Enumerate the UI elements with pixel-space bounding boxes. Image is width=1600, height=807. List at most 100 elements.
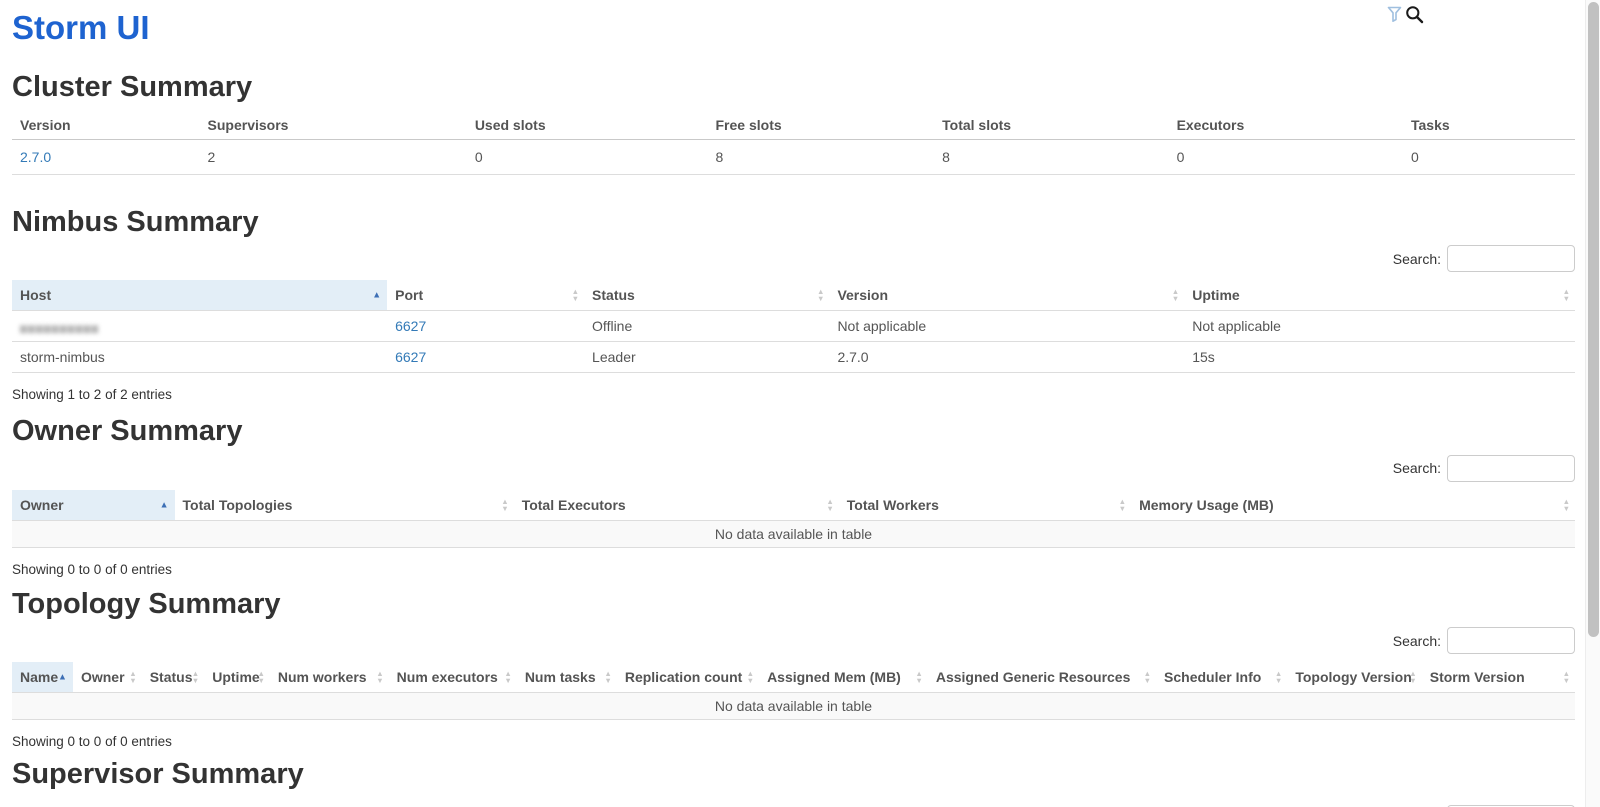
filter-funnel-icon[interactable] bbox=[1387, 6, 1402, 23]
column-header-label: Num tasks bbox=[525, 669, 596, 685]
column-header-assigned-mem[interactable]: Assigned Mem (MB) ▲▼ bbox=[759, 662, 928, 693]
column-header-assigned-generic-resources[interactable]: Assigned Generic Resources ▲▼ bbox=[928, 662, 1156, 693]
column-header-supervisors: Supervisors bbox=[200, 111, 467, 140]
used-slots-value: 0 bbox=[467, 139, 708, 174]
version-link[interactable]: 2.7.0 bbox=[20, 149, 51, 165]
sort-icon: ▲▼ bbox=[376, 670, 383, 684]
topology-search-input[interactable] bbox=[1447, 627, 1575, 654]
column-header-label: Owner bbox=[20, 497, 64, 513]
column-header-label: Memory Usage (MB) bbox=[1139, 497, 1274, 513]
nimbus-summary-table: Host ▲ Port ▲▼ Status ▲▼ Version ▲▼ Upti… bbox=[12, 280, 1575, 373]
column-header-label: Scheduler Info bbox=[1164, 669, 1261, 685]
column-header-uptime[interactable]: Uptime ▲▼ bbox=[204, 662, 270, 693]
column-header-port[interactable]: Port ▲▼ bbox=[387, 280, 584, 311]
page-title[interactable]: Storm UI bbox=[12, 10, 1575, 46]
column-header-total-topologies[interactable]: Total Topologies ▲▼ bbox=[175, 490, 514, 521]
supervisor-summary-heading: Supervisor Summary bbox=[12, 759, 1575, 789]
column-header-total-executors[interactable]: Total Executors ▲▼ bbox=[514, 490, 839, 521]
column-header-free-slots: Free slots bbox=[708, 111, 935, 140]
column-header-label: Owner bbox=[81, 669, 125, 685]
column-header-num-workers[interactable]: Num workers ▲▼ bbox=[270, 662, 389, 693]
column-header-owner[interactable]: Owner ▲▼ bbox=[73, 662, 142, 693]
column-header-total-workers[interactable]: Total Workers ▲▼ bbox=[839, 490, 1131, 521]
nimbus-summary-heading: Nimbus Summary bbox=[12, 207, 1575, 237]
topology-search-row: Search: bbox=[12, 627, 1575, 654]
search-label: Search: bbox=[1393, 251, 1441, 267]
supervisors-value: 2 bbox=[200, 139, 467, 174]
column-header-storm-version[interactable]: Storm Version ▲▼ bbox=[1422, 662, 1575, 693]
cluster-summary-heading: Cluster Summary bbox=[12, 72, 1575, 102]
sort-icon: ▲▼ bbox=[747, 670, 754, 684]
column-header-host[interactable]: Host ▲ bbox=[12, 280, 387, 311]
sort-icon: ▲▼ bbox=[817, 288, 824, 302]
column-header-label: Storm Version bbox=[1430, 669, 1525, 685]
host-value: storm-nimbus bbox=[12, 342, 387, 373]
executors-value: 0 bbox=[1169, 139, 1403, 174]
column-header-label: Topology Version bbox=[1295, 669, 1411, 685]
column-header-label: Num workers bbox=[278, 669, 367, 685]
topology-summary-heading: Topology Summary bbox=[12, 589, 1575, 619]
sort-icon: ▲▼ bbox=[1119, 498, 1126, 512]
column-header-uptime[interactable]: Uptime ▲▼ bbox=[1184, 280, 1575, 311]
topology-summary-table: Name ▲ Owner ▲▼ Status ▲▼ Uptime ▲▼ Num … bbox=[12, 662, 1575, 720]
sort-icon: ▲▼ bbox=[1563, 498, 1570, 512]
port-link[interactable]: 6627 bbox=[395, 349, 426, 365]
sort-ascending-icon: ▲ bbox=[372, 291, 381, 300]
column-header-replication-count[interactable]: Replication count ▲▼ bbox=[617, 662, 759, 693]
sort-icon: ▲▼ bbox=[1409, 670, 1416, 684]
uptime-value: 15s bbox=[1184, 342, 1575, 373]
owner-empty-row: No data available in table bbox=[12, 520, 1575, 547]
owner-search-input[interactable] bbox=[1447, 455, 1575, 482]
uptime-value: Not applicable bbox=[1184, 311, 1575, 342]
column-header-executors: Executors bbox=[1169, 111, 1403, 140]
column-header-label: Total Workers bbox=[847, 497, 939, 513]
search-label: Search: bbox=[1393, 460, 1441, 476]
column-header-num-executors[interactable]: Num executors ▲▼ bbox=[389, 662, 517, 693]
column-header-label: Name bbox=[20, 669, 58, 685]
column-header-topology-version[interactable]: Topology Version ▲▼ bbox=[1287, 662, 1421, 693]
column-header-version[interactable]: Version ▲▼ bbox=[829, 280, 1184, 311]
column-header-num-tasks[interactable]: Num tasks ▲▼ bbox=[517, 662, 617, 693]
empty-table-message: No data available in table bbox=[12, 693, 1575, 720]
search-magnifier-icon[interactable] bbox=[1405, 5, 1424, 24]
column-header-label: Total Executors bbox=[522, 497, 626, 513]
column-header-scheduler-info[interactable]: Scheduler Info ▲▼ bbox=[1156, 662, 1287, 693]
owner-summary-heading: Owner Summary bbox=[12, 416, 1575, 446]
empty-table-message: No data available in table bbox=[12, 520, 1575, 547]
port-link[interactable]: 6627 bbox=[395, 318, 426, 334]
column-header-status[interactable]: Status ▲▼ bbox=[142, 662, 205, 693]
column-header-label: Version bbox=[837, 287, 888, 303]
vertical-scrollbar bbox=[1585, 0, 1600, 807]
column-header-label: Port bbox=[395, 287, 423, 303]
sort-icon: ▲▼ bbox=[129, 670, 136, 684]
owner-summary-table: Owner ▲ Total Topologies ▲▼ Total Execut… bbox=[12, 490, 1575, 548]
column-header-label: Uptime bbox=[1192, 287, 1239, 303]
column-header-owner[interactable]: Owner ▲ bbox=[12, 490, 175, 521]
status-value: Offline bbox=[584, 311, 829, 342]
column-header-name[interactable]: Name ▲ bbox=[12, 662, 73, 693]
sort-icon: ▲▼ bbox=[572, 288, 579, 302]
sort-icon: ▲▼ bbox=[1144, 670, 1151, 684]
nimbus-search-input[interactable] bbox=[1447, 245, 1575, 272]
topology-entries-info: Showing 0 to 0 of 0 entries bbox=[12, 734, 1575, 749]
sort-icon: ▲▼ bbox=[501, 498, 508, 512]
tasks-value: 0 bbox=[1403, 139, 1575, 174]
version-value: 2.7.0 bbox=[829, 342, 1184, 373]
nimbus-header-row: Host ▲ Port ▲▼ Status ▲▼ Version ▲▼ Upti… bbox=[12, 280, 1575, 311]
owner-header-row: Owner ▲ Total Topologies ▲▼ Total Execut… bbox=[12, 490, 1575, 521]
column-header-label: Total Topologies bbox=[183, 497, 293, 513]
scrollbar-thumb[interactable] bbox=[1588, 2, 1599, 637]
sort-icon: ▲▼ bbox=[1563, 670, 1570, 684]
nimbus-search-row: Search: bbox=[12, 245, 1575, 272]
nimbus-row: storm-nimbus 6627 Leader 2.7.0 15s bbox=[12, 342, 1575, 373]
nimbus-entries-info: Showing 1 to 2 of 2 entries bbox=[12, 387, 1575, 402]
sort-ascending-icon: ▲ bbox=[58, 673, 67, 682]
topology-header-row: Name ▲ Owner ▲▼ Status ▲▼ Uptime ▲▼ Num … bbox=[12, 662, 1575, 693]
column-header-label: Num executors bbox=[397, 669, 498, 685]
column-header-label: Host bbox=[20, 287, 51, 303]
column-header-used-slots: Used slots bbox=[467, 111, 708, 140]
cluster-summary-row: 2.7.0 2 0 8 8 0 0 bbox=[12, 139, 1575, 174]
column-header-status[interactable]: Status ▲▼ bbox=[584, 280, 829, 311]
sort-icon: ▲▼ bbox=[604, 670, 611, 684]
column-header-memory-usage[interactable]: Memory Usage (MB) ▲▼ bbox=[1131, 490, 1575, 521]
